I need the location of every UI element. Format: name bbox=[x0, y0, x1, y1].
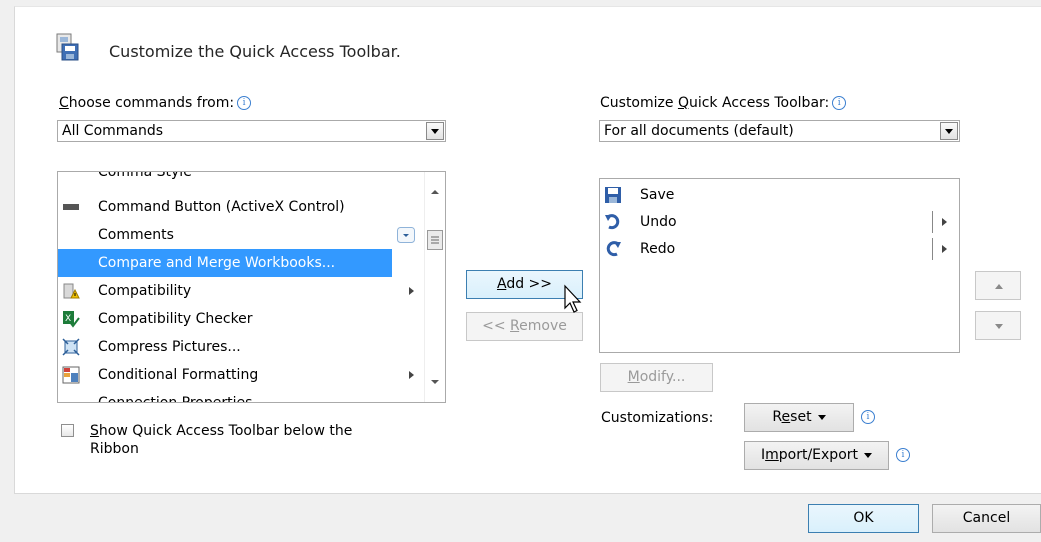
modify-accel: M bbox=[627, 369, 640, 385]
remove-prefix: << bbox=[482, 318, 511, 334]
chevron-right-icon bbox=[942, 245, 947, 253]
commands-list[interactable]: Comma Style Command Button (ActiveX Cont… bbox=[57, 171, 446, 403]
chevron-down-icon bbox=[817, 414, 826, 420]
list-item[interactable]: Command Button (ActiveX Control) bbox=[58, 193, 426, 221]
move-up-button[interactable] bbox=[975, 271, 1021, 300]
list-item-label: Command Button (ActiveX Control) bbox=[98, 199, 345, 215]
list-item-label: Compress Pictures... bbox=[98, 339, 241, 355]
choose-commands-value: All Commands bbox=[62, 123, 164, 139]
ok-button[interactable]: OK bbox=[808, 504, 919, 533]
chevron-down-icon bbox=[864, 452, 873, 458]
undo-icon bbox=[605, 214, 620, 230]
customizations-label: Customizations: bbox=[601, 410, 714, 426]
list-item-label: Compare and Merge Workbooks... bbox=[98, 255, 336, 271]
info-icon[interactable]: i bbox=[896, 448, 910, 462]
customize-label-text2: uick Access Toolbar: bbox=[688, 95, 830, 111]
cancel-button[interactable]: Cancel bbox=[932, 504, 1041, 533]
save-icon bbox=[605, 187, 621, 203]
submenu-separator bbox=[932, 238, 933, 260]
chevron-down-icon[interactable] bbox=[940, 122, 958, 140]
info-icon[interactable]: i bbox=[237, 96, 252, 110]
list-item-label: Comments bbox=[98, 227, 174, 243]
list-item-selected[interactable]: Compare and Merge Workbooks... bbox=[58, 249, 392, 277]
chevron-right-icon bbox=[409, 371, 414, 379]
customize-label-accel: Q bbox=[677, 95, 689, 111]
compatibility-checker-icon: X bbox=[63, 311, 80, 328]
reset-label: set bbox=[790, 409, 812, 425]
compatibility-icon bbox=[63, 283, 80, 299]
list-item-label: Undo bbox=[640, 214, 677, 230]
show-below-ribbon-checkbox[interactable] bbox=[61, 424, 74, 437]
redo-icon bbox=[606, 241, 621, 257]
choose-label-accel: C bbox=[59, 95, 69, 111]
commands-scrollbar[interactable] bbox=[424, 172, 445, 402]
list-item[interactable]: Compatibility bbox=[58, 277, 426, 305]
list-item[interactable]: Save bbox=[600, 181, 959, 209]
choose-label-text: hoose commands from: bbox=[68, 95, 235, 111]
import-label: port/Export bbox=[778, 447, 859, 463]
info-icon[interactable]: i bbox=[832, 96, 847, 110]
list-item[interactable]: Comments bbox=[58, 221, 426, 249]
customize-qat-label: Customize Quick Access Toolbar: i bbox=[600, 95, 847, 111]
remove-label: emove bbox=[519, 318, 567, 334]
reset-prefix: R bbox=[772, 409, 782, 425]
list-item-label: Save bbox=[640, 187, 675, 203]
info-icon[interactable]: i bbox=[861, 410, 875, 424]
import-export-button[interactable]: Import/Export bbox=[744, 441, 889, 470]
chevron-down-icon bbox=[995, 324, 1003, 329]
chevron-right-icon bbox=[409, 287, 414, 295]
reset-button[interactable]: Reset bbox=[744, 403, 854, 432]
modify-button[interactable]: Modify... bbox=[600, 363, 713, 392]
customize-label-text: Customize bbox=[600, 95, 678, 111]
list-item-label: Comma Style bbox=[98, 171, 192, 180]
customize-toolbar-icon bbox=[56, 33, 79, 61]
remove-button[interactable]: << Remove bbox=[466, 312, 583, 341]
show-below-text: how Quick Access Toolbar below the bbox=[98, 423, 353, 439]
dialog-title: Customize the Quick Access Toolbar. bbox=[109, 42, 401, 61]
chevron-down-icon[interactable] bbox=[426, 122, 444, 140]
list-item-label: Conditional Formatting bbox=[98, 367, 259, 383]
submenu-separator bbox=[932, 211, 933, 233]
list-item[interactable]: Conditional Formatting bbox=[58, 361, 426, 389]
add-accel: A bbox=[496, 276, 507, 292]
list-item-label: Connection Properties bbox=[98, 395, 253, 403]
scroll-down-icon[interactable] bbox=[430, 378, 440, 386]
list-item[interactable]: Connection Properties bbox=[58, 389, 426, 403]
command-button-icon bbox=[63, 204, 79, 210]
list-item-label: Compatibility Checker bbox=[98, 311, 253, 327]
list-item-label: Compatibility bbox=[98, 283, 192, 299]
import-accel: m bbox=[765, 447, 779, 463]
list-item[interactable]: Redo bbox=[600, 235, 959, 263]
show-below-text-line2: Ribbon bbox=[90, 441, 139, 457]
move-down-button[interactable] bbox=[975, 311, 1021, 340]
toolbar-items-list[interactable]: Save Undo Redo bbox=[599, 178, 960, 353]
choose-commands-dropdown[interactable]: All Commands bbox=[57, 120, 446, 142]
add-label: dd >> bbox=[506, 276, 553, 292]
dropdown-icon[interactable] bbox=[397, 227, 415, 243]
reset-accel: e bbox=[781, 409, 791, 425]
modify-label: odify... bbox=[639, 369, 686, 385]
list-item-label: Redo bbox=[640, 241, 676, 257]
chevron-up-icon bbox=[995, 284, 1003, 289]
list-item[interactable]: Undo bbox=[600, 208, 959, 236]
choose-commands-label: Choose commands from: i bbox=[59, 95, 252, 111]
conditional-formatting-icon bbox=[62, 366, 80, 384]
chevron-right-icon bbox=[942, 218, 947, 226]
scroll-up-icon[interactable] bbox=[430, 188, 440, 196]
list-item[interactable]: X Compatibility Checker bbox=[58, 305, 426, 333]
list-item[interactable]: Compress Pictures... bbox=[58, 333, 426, 361]
mouse-cursor-icon bbox=[564, 284, 582, 313]
customize-qat-dropdown[interactable]: For all documents (default) bbox=[599, 120, 960, 142]
scrollbar-thumb-icon[interactable] bbox=[427, 230, 443, 250]
show-below-accel: S bbox=[90, 423, 99, 439]
remove-accel: R bbox=[510, 318, 520, 334]
customize-qat-value: For all documents (default) bbox=[604, 123, 794, 139]
list-item[interactable]: Comma Style bbox=[58, 171, 426, 186]
compress-pictures-icon bbox=[62, 338, 80, 356]
show-below-ribbon-label[interactable]: Show Quick Access Toolbar below the Ribbo… bbox=[90, 422, 352, 458]
